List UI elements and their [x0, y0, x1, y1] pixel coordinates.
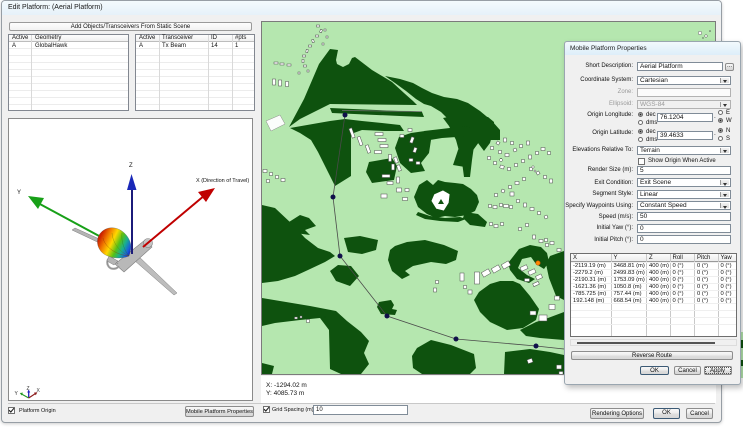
svg-text:Y: Y: [17, 190, 21, 196]
svg-text:Z: Z: [27, 386, 30, 392]
svg-text:X: X: [37, 388, 41, 394]
svg-text:Y: Y: [15, 391, 19, 397]
svg-text:Z: Z: [129, 163, 133, 169]
svg-text:X (Direction of Travel): X (Direction of Travel): [196, 178, 249, 184]
